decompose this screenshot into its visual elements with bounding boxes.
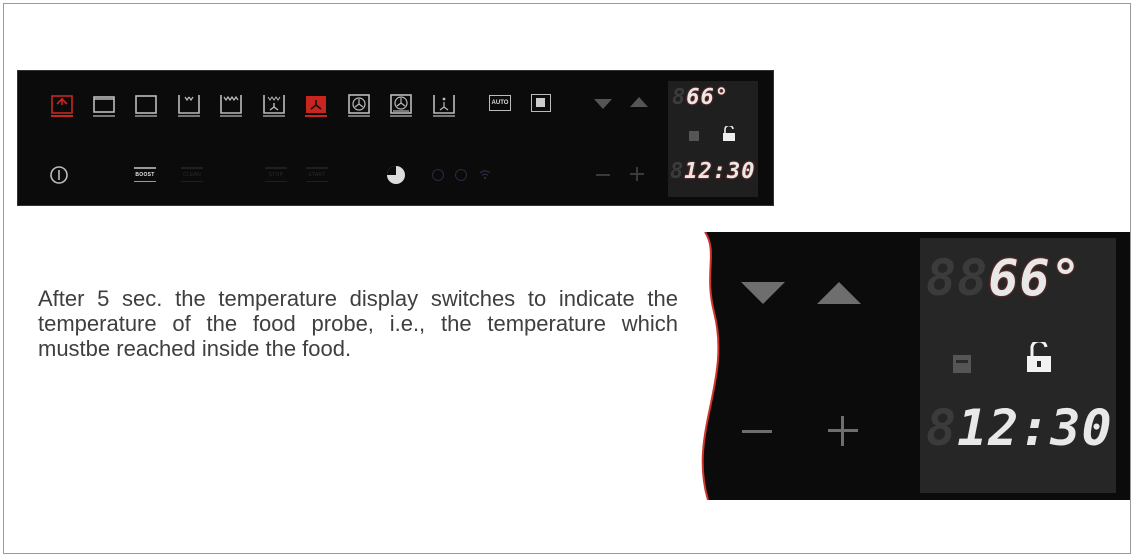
hot-air-fan-icon[interactable]: [348, 93, 370, 117]
timer-button[interactable]: [385, 164, 407, 186]
defrost-icon[interactable]: [433, 93, 455, 117]
fan-grill-icon[interactable]: [263, 93, 285, 117]
zoom-lock-icon: [1025, 339, 1053, 374]
top-heat-grill-icon[interactable]: [51, 93, 73, 117]
clean-label: CLEAN: [182, 171, 202, 178]
lock-icon: [722, 124, 736, 142]
zoom-down-arrow-icon[interactable]: [741, 282, 785, 304]
down-arrow-icon[interactable]: [594, 99, 612, 109]
boost-button[interactable]: BOOST: [131, 167, 159, 182]
start-button[interactable]: START: [303, 167, 331, 182]
minus-icon[interactable]: [596, 174, 610, 176]
zoom-plus-icon[interactable]: [828, 416, 858, 446]
bottom-heat-icon[interactable]: [135, 93, 157, 117]
grill-large-icon[interactable]: [220, 93, 242, 117]
boost-label: BOOST: [135, 171, 155, 178]
top-bottom-heat-icon[interactable]: [93, 93, 115, 117]
description-text: After 5 sec. the temperature display swi…: [38, 286, 678, 361]
convection-fan-icon[interactable]: [390, 93, 412, 117]
power-button[interactable]: [49, 165, 69, 185]
status-display-small: 866° 812:30: [668, 81, 758, 197]
timer-mode-icon-1[interactable]: [432, 169, 444, 181]
power-icon: [50, 166, 68, 184]
plus-icon[interactable]: [630, 167, 644, 181]
timer-clock-icon: [387, 166, 405, 184]
zoom-probe-indicator-icon: [953, 355, 971, 373]
clean-button[interactable]: CLEAN: [178, 167, 206, 182]
time-readout: 812:30: [670, 159, 756, 184]
zoomed-display-panel: 8866° 812:30: [700, 232, 1130, 500]
zoom-minus-icon[interactable]: [742, 430, 772, 433]
fan-bottom-heat-icon[interactable]: [305, 93, 327, 117]
zoom-time-readout: 812:30: [926, 399, 1113, 457]
zoom-temperature-readout: 8866°: [926, 249, 1082, 307]
auto-button[interactable]: AUTO: [489, 95, 511, 111]
wifi-icon[interactable]: [478, 167, 492, 181]
stop-label: STOP: [268, 171, 284, 178]
oven-control-panel: AUTO BOOST CLEAN STOP START 866° 812:30: [17, 70, 774, 206]
up-arrow-icon[interactable]: [630, 97, 648, 107]
stop-square-button[interactable]: [531, 94, 551, 112]
probe-indicator-icon: [689, 131, 699, 141]
status-display-large: 8866° 812:30: [920, 238, 1116, 493]
timer-mode-icon-2[interactable]: [455, 169, 467, 181]
start-label: START: [308, 171, 326, 178]
zoom-up-arrow-icon[interactable]: [817, 282, 861, 304]
stop-button[interactable]: STOP: [262, 167, 290, 182]
temperature-readout: 866°: [672, 85, 729, 110]
grill-small-icon[interactable]: [178, 93, 200, 117]
